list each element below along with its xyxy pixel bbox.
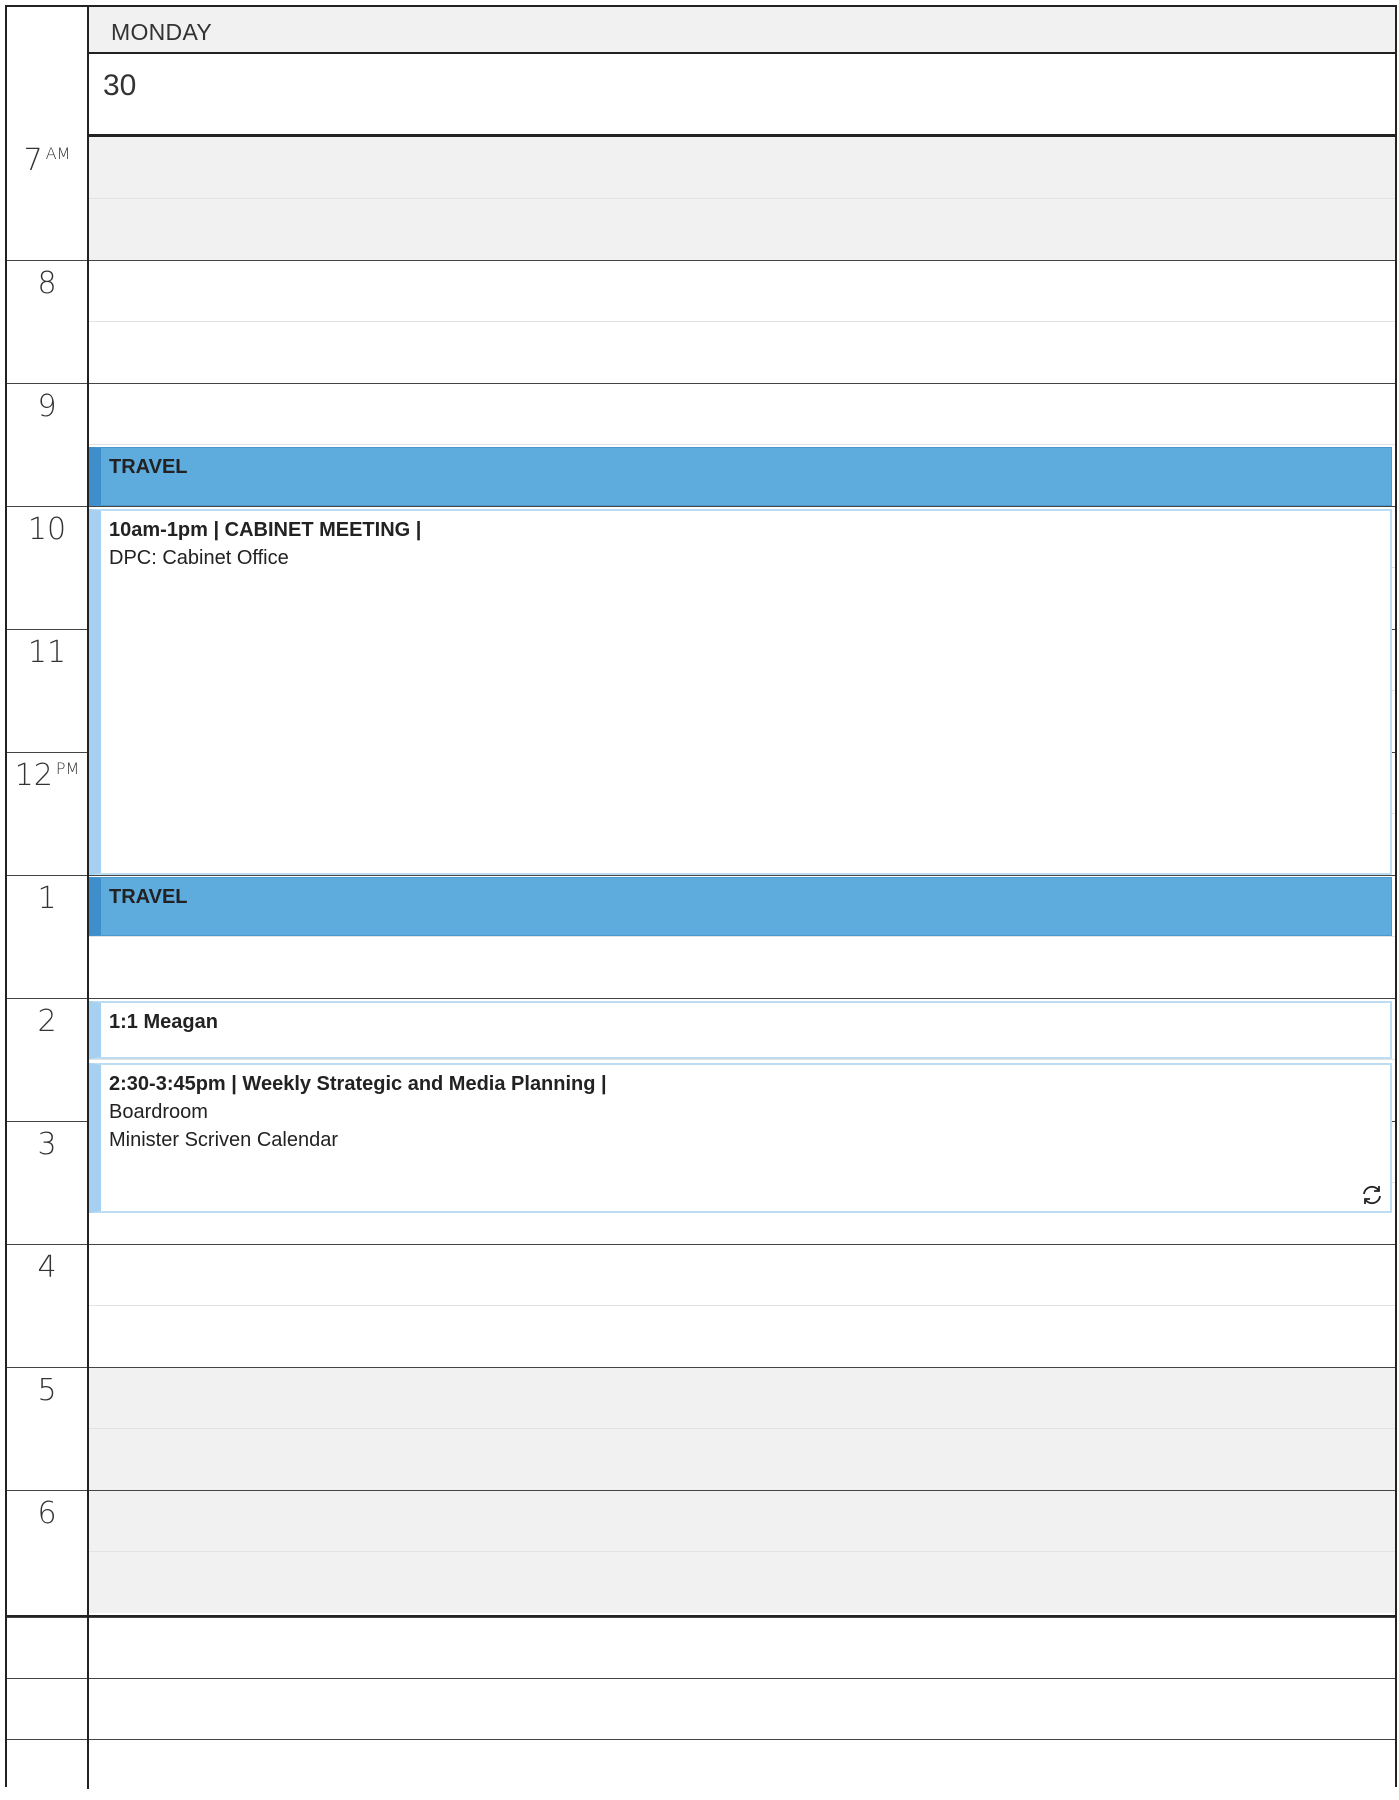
time-gutter-divider <box>87 7 89 1789</box>
hour-number: 7 <box>23 143 43 178</box>
hour-number: 2 <box>37 1004 57 1039</box>
empty-slot-row[interactable] <box>7 1617 1395 1678</box>
hour-label: 11 <box>7 635 87 670</box>
half-hour-line <box>89 1551 1395 1552</box>
half-hour-line <box>89 1428 1395 1429</box>
hour-number: 9 <box>37 389 57 424</box>
meridiem-label: AM <box>45 144 71 163</box>
hour-label: 6 <box>7 1496 87 1531</box>
hour-line <box>7 1244 1395 1245</box>
hour-label: 8 <box>7 266 87 301</box>
hour-line <box>7 260 1395 261</box>
empty-slot-row[interactable] <box>7 1739 1395 1800</box>
hour-row: 5 <box>7 1367 1395 1490</box>
empty-slot-row[interactable] <box>7 1678 1395 1739</box>
hour-number: 8 <box>37 266 57 301</box>
hour-number: 5 <box>37 1373 57 1408</box>
hour-line <box>7 1367 1395 1368</box>
hour-label: 7 AM <box>7 143 87 178</box>
hour-number: 11 <box>27 635 67 670</box>
hour-label: 5 <box>7 1373 87 1408</box>
hour-label: 3 <box>7 1127 87 1162</box>
header-corner <box>7 7 87 135</box>
hour-number: 6 <box>37 1496 57 1531</box>
hour-number: 3 <box>37 1127 57 1162</box>
hour-line <box>7 506 1395 507</box>
hour-line <box>7 875 1395 876</box>
hour-row: 7 AM <box>7 137 1395 260</box>
half-hour-line <box>89 1059 1395 1060</box>
hour-number: 12 <box>14 758 53 793</box>
half-hour-line <box>89 1305 1395 1306</box>
hour-label: 2 <box>7 1004 87 1039</box>
day-name: MONDAY <box>111 19 213 45</box>
hour-row: 8 <box>7 260 1395 383</box>
hour-number: 10 <box>27 512 67 547</box>
hour-label: 4 <box>7 1250 87 1285</box>
event-travel-afternoon[interactable]: TRAVEL <box>89 877 1392 936</box>
event-calendar-name: Minister Scriven Calendar <box>109 1129 338 1151</box>
hour-label: 1 <box>7 881 87 916</box>
half-hour-line <box>89 936 1395 937</box>
recurring-icon <box>1363 1185 1381 1205</box>
hour-label: 10 <box>7 512 87 547</box>
event-title: TRAVEL <box>109 886 188 908</box>
hour-line <box>7 998 1395 999</box>
event-location: DPC: Cabinet Office <box>109 547 289 569</box>
event-title: 2:30-3:45pm | Weekly Strategic and Media… <box>109 1073 607 1095</box>
day-number: 30 <box>103 69 137 102</box>
half-hour-line <box>89 321 1395 322</box>
all-day-row[interactable]: 30 <box>89 54 1395 137</box>
event-cabinet-meeting[interactable]: 10am-1pm | CABINET MEETING | DPC: Cabine… <box>89 509 1392 875</box>
hour-line <box>7 383 1395 384</box>
hour-number: 4 <box>37 1250 57 1285</box>
meridiem-label: PM <box>55 759 80 778</box>
event-weekly-planning[interactable]: 2:30-3:45pm | Weekly Strategic and Media… <box>89 1063 1392 1213</box>
day-header[interactable]: MONDAY <box>89 7 1395 54</box>
event-title: 10am-1pm | CABINET MEETING | <box>109 519 422 541</box>
event-title: TRAVEL <box>109 456 188 478</box>
hour-number: 1 <box>37 881 57 916</box>
hour-row: 6 <box>7 1490 1395 1613</box>
event-travel-morning[interactable]: TRAVEL <box>89 447 1392 506</box>
hour-label: 12 PM <box>7 758 87 793</box>
event-location: Boardroom <box>109 1101 208 1123</box>
event-title: 1:1 Meagan <box>109 1011 218 1033</box>
hour-line <box>7 1490 1395 1491</box>
calendar-day-view: MONDAY 30 7 AM 8 9 10 11 12 PM 1 2 3 4 5 6 TRAVEL 10a… <box>5 5 1397 1789</box>
hour-row: 4 <box>7 1244 1395 1367</box>
event-1-1-meagan[interactable]: 1:1 Meagan <box>89 1001 1392 1059</box>
time-grid: 7 AM 8 9 10 11 12 PM 1 2 3 4 5 6 TRAVEL 10am-1pm | CA… <box>7 137 1395 1740</box>
half-hour-line <box>89 198 1395 199</box>
hour-label: 9 <box>7 389 87 424</box>
half-hour-line <box>89 444 1395 445</box>
